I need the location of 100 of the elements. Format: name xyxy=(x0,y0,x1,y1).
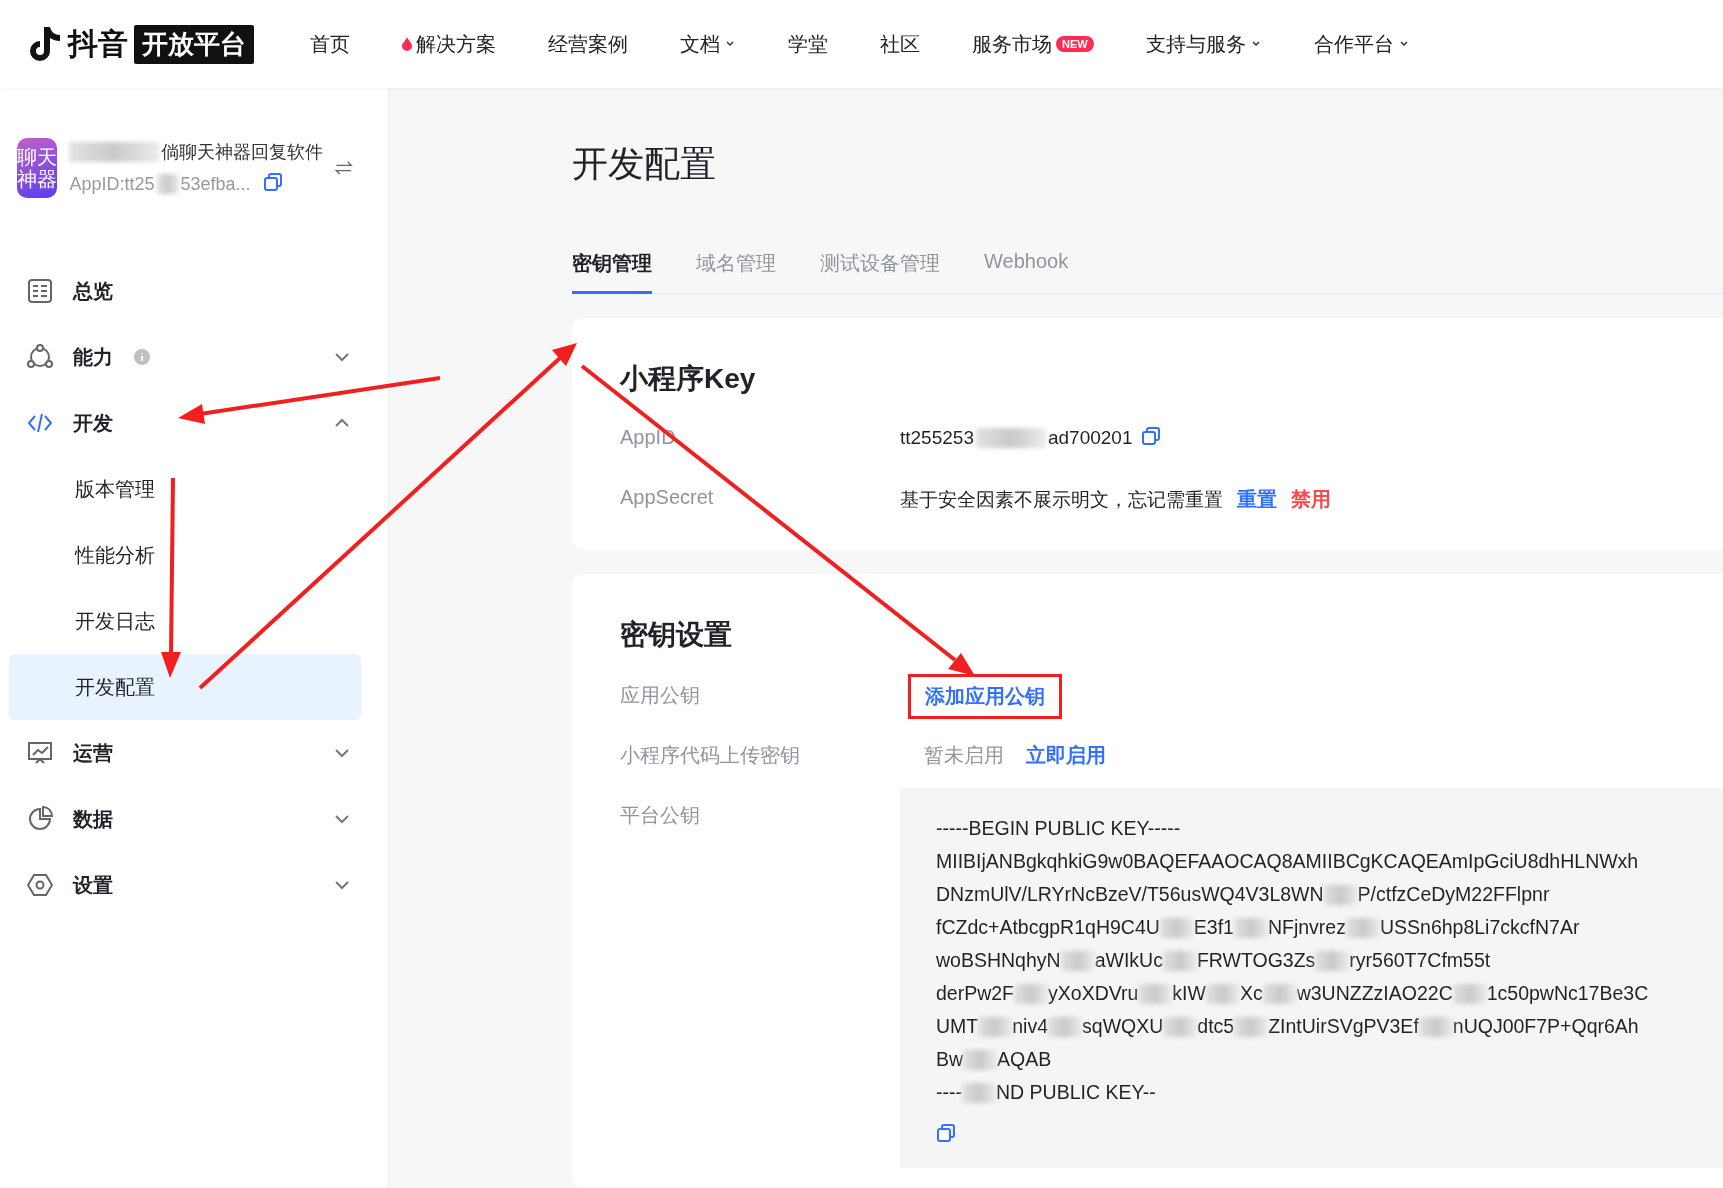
flame-icon xyxy=(402,37,412,51)
blurred-redaction xyxy=(1205,983,1240,1004)
key-text: aWIkUc xyxy=(1094,948,1163,973)
key-text: NFjnvrez xyxy=(1267,915,1346,940)
chart-board-icon xyxy=(27,740,53,766)
sidebar-item[interactable]: 能力 xyxy=(9,324,361,390)
field-label: AppSecret xyxy=(620,486,715,509)
blurred-redaction xyxy=(1159,917,1194,938)
status-text: 暂未启用 xyxy=(924,743,1004,768)
blurred-redaction xyxy=(1452,983,1487,1004)
sidebar-item[interactable]: 总览 xyxy=(9,258,361,324)
key-text: AQAB xyxy=(997,1047,1052,1072)
app-name: 倘聊天神器回复软件 xyxy=(161,141,324,164)
app-id-value: tt255253 xyxy=(900,427,974,449)
nav-link[interactable]: 服务市场 NEW xyxy=(972,30,1094,58)
copy-icon[interactable] xyxy=(936,1123,956,1143)
sidebar-item[interactable]: 开发 xyxy=(9,390,361,456)
key-text: niv4 xyxy=(1012,1014,1049,1039)
key-text: MIIBIjANBgkqhkiG9w0BAQEFAAOCAQ8AMIIBCgKCAQEAmIpGciU8dhHLNWxh xyxy=(936,849,1639,874)
nav-link[interactable]: 支持与服务 xyxy=(1145,30,1262,58)
nav-link[interactable]: 文档 xyxy=(680,30,736,58)
tab[interactable]: 密钥管理 xyxy=(572,240,652,294)
logo-tag: 开放平台 xyxy=(134,24,254,64)
key-text: sqWQXU xyxy=(1082,1014,1164,1039)
key-text: 1c50pwNc17Be3C xyxy=(1486,981,1649,1006)
sidebar-label: 设置 xyxy=(73,872,113,898)
sidebar-subitem[interactable]: 版本管理 xyxy=(9,456,361,522)
key-text: Xc xyxy=(1239,981,1263,1006)
blurred-redaction xyxy=(156,174,179,194)
field-label: 小程序代码上传密钥 xyxy=(620,743,801,768)
sidebar-subitem[interactable]: 性能分析 xyxy=(9,522,361,588)
blurred-redaction xyxy=(1163,1016,1198,1037)
page-title: 开发配置 xyxy=(572,142,717,186)
key-text: Bw xyxy=(936,1047,964,1072)
blurred-redaction xyxy=(1345,917,1380,938)
key-text: DNzmUlV/LRYrNcBzeV/T56usWQ4V3L8WN xyxy=(936,882,1324,907)
new-badge: NEW xyxy=(1056,36,1094,52)
nav-link[interactable]: 社区 xyxy=(880,30,920,58)
blurred-redaction xyxy=(1315,950,1350,971)
key-text: woBSHNqhyN xyxy=(936,948,1061,973)
field-label: 应用公钥 xyxy=(620,683,701,708)
nav-link[interactable]: 经营案例 xyxy=(548,30,628,58)
sidebar-item[interactable]: 运营 xyxy=(9,720,361,786)
secret-note: 基于安全因素不展示明文，忘记需重置 xyxy=(900,487,1223,512)
nav-link[interactable]: 合作平台 xyxy=(1313,30,1410,58)
key-text: P/ctfzCeDyM22FFlpnr xyxy=(1357,882,1550,907)
card-title: 密钥设置 xyxy=(620,618,733,652)
network-icon xyxy=(27,344,53,370)
key-text: UMT xyxy=(936,1014,979,1039)
key-text: USSn6hp8Li7ckcfN7Ar xyxy=(1379,915,1580,940)
app-avatar: 聊天 神器 xyxy=(17,138,58,198)
key-text: ryr560T7Cfm55t xyxy=(1349,948,1491,973)
sidebar-subitem[interactable]: 开发日志 xyxy=(9,588,361,654)
key-text: fCZdc+AtbcgpR1qH9C4U xyxy=(936,915,1160,940)
sidebar-label: 数据 xyxy=(73,806,113,832)
blurred-redaction xyxy=(1233,917,1268,938)
blurred-redaction xyxy=(1418,1016,1453,1037)
pie-chart-icon xyxy=(27,806,53,832)
blurred-redaction xyxy=(1262,983,1297,1004)
app-id: AppID:tt25 xyxy=(69,173,155,195)
nav-link[interactable]: 首页 xyxy=(310,30,350,58)
blurred-redaction xyxy=(962,1082,996,1103)
key-text: ND PUBLIC KEY-- xyxy=(996,1080,1156,1105)
settings-icon xyxy=(27,872,53,898)
app-id: 53efba... xyxy=(180,173,251,195)
action-link[interactable]: 禁用 xyxy=(1291,486,1331,513)
action-link[interactable]: 重置 xyxy=(1237,486,1277,513)
key-text: dtc5 xyxy=(1197,1014,1235,1039)
field-label: 平台公钥 xyxy=(620,803,701,828)
copy-icon[interactable] xyxy=(1140,426,1161,446)
blurred-redaction xyxy=(1138,983,1173,1004)
blurred-redaction xyxy=(1014,983,1049,1004)
sidebar-label: 开发 xyxy=(73,410,113,436)
blurred-redaction xyxy=(1060,950,1095,971)
nav-link[interactable]: 解决方案 xyxy=(402,30,496,58)
blurred-redaction xyxy=(963,1049,998,1070)
blurred-redaction xyxy=(1323,884,1358,905)
sidebar-label: 总览 xyxy=(73,278,113,304)
sidebar-label: 运营 xyxy=(73,740,113,766)
key-text: ZIntUirSVgPV3Ef xyxy=(1268,1014,1419,1039)
key-text: kIW xyxy=(1172,981,1206,1006)
key-text: nUQJ00F7P+Qqr6Ah xyxy=(1452,1014,1639,1039)
blurred-redaction xyxy=(1048,1016,1083,1037)
sidebar-label: 能力 xyxy=(73,344,113,370)
app-id-value: ad700201 xyxy=(1047,427,1133,449)
blurred-redaction xyxy=(1234,1016,1269,1037)
key-text: -----BEGIN PUBLIC KEY----- xyxy=(936,816,1181,841)
enable-link[interactable]: 立即启用 xyxy=(1026,742,1106,769)
sidebar-item[interactable]: 数据 xyxy=(9,786,361,852)
add-key-link[interactable]: 添加应用公钥 xyxy=(908,674,1062,719)
blurred-redaction xyxy=(975,428,1046,448)
logo-text: 抖音 xyxy=(68,25,128,62)
copy-icon[interactable] xyxy=(262,172,283,192)
key-text: FRWTOG3Zs xyxy=(1196,948,1316,973)
nav-link[interactable]: 学堂 xyxy=(788,30,828,58)
key-text: w3UNZZzIAO22C xyxy=(1296,981,1453,1006)
sidebar-item[interactable]: 设置 xyxy=(9,852,361,918)
sidebar-subitem[interactable]: 开发配置 xyxy=(9,654,361,720)
blurred-redaction xyxy=(1162,950,1197,971)
dashboard-icon xyxy=(27,278,53,304)
